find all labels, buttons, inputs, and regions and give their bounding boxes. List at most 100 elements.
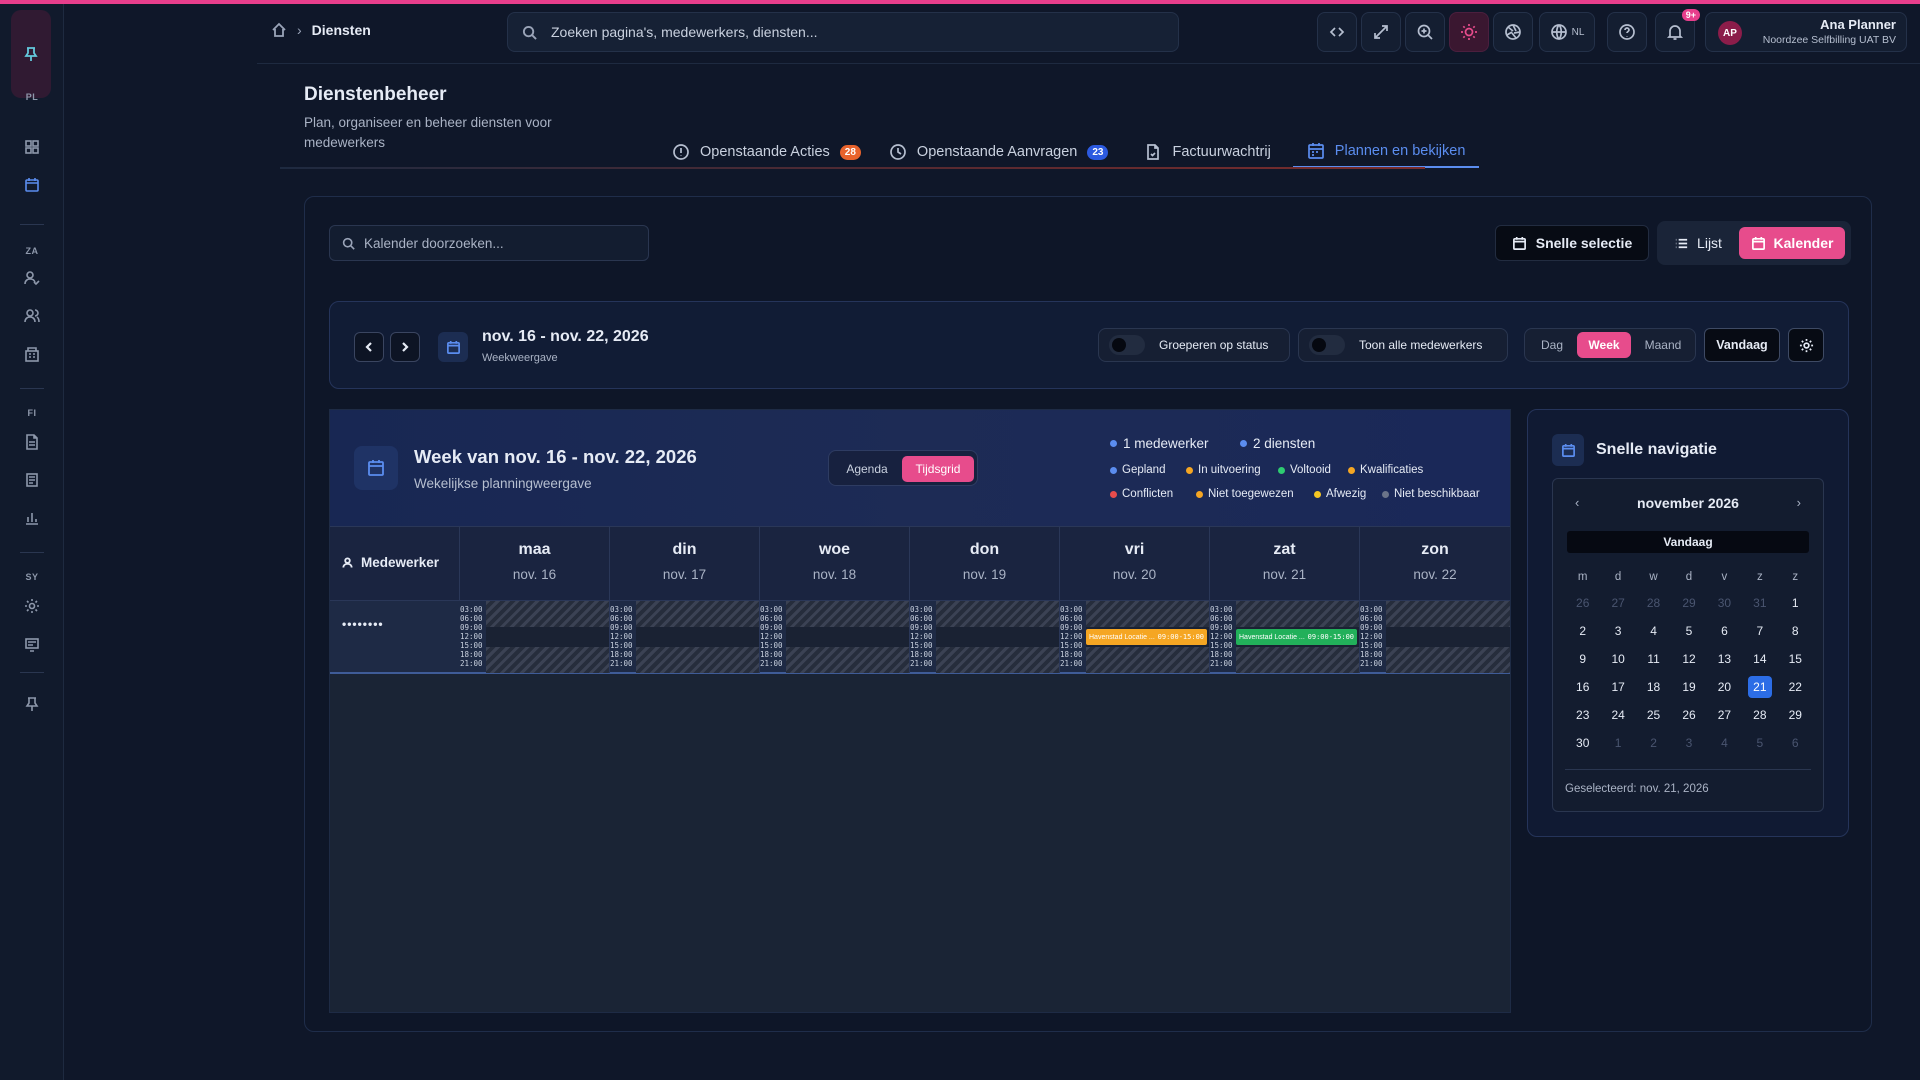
day-cell[interactable]: 03:00 06:00 09:00 12:00 15:00 18:00 21:00 Haven… [1060,601,1210,673]
day-cell[interactable]: 03:00 06:00 09:00 12:00 15:00 18:00 21:00 [910,601,1060,673]
mini-day[interactable]: 15 [1778,645,1813,673]
mini-day[interactable]: 30 [1565,729,1600,757]
agenda-view-button[interactable]: Agenda [834,456,900,482]
mini-day-selected[interactable]: 21 [1742,673,1777,701]
home-icon[interactable] [271,22,287,38]
user-menu[interactable]: AP Ana Planner Noordzee Selfbilling UAT … [1705,12,1907,52]
mini-day[interactable]: 18 [1636,673,1671,701]
mini-day[interactable]: 3 [1671,729,1706,757]
quick-select-button[interactable]: Snelle selectie [1495,225,1649,261]
app-logo[interactable] [11,10,51,98]
mini-day[interactable]: 2 [1565,617,1600,645]
day-cell[interactable]: 03:00 06:00 09:00 12:00 15:00 18:00 21:00 [760,601,910,673]
mini-day[interactable]: 29 [1778,701,1813,729]
mini-day[interactable]: 27 [1600,589,1635,617]
tab-plannen-en-bekijken[interactable]: Plannen en bekijken [1292,136,1480,168]
sidebar-item-dashboard[interactable] [20,135,44,159]
mini-day[interactable]: 4 [1707,729,1742,757]
toggle-switch[interactable] [1109,335,1145,355]
day-column-header[interactable]: zat nov. 21 [1210,527,1360,601]
mini-day[interactable]: 3 [1600,617,1635,645]
view-calendar-button[interactable]: Kalender [1739,227,1845,259]
date-picker-button[interactable] [438,332,468,362]
mini-day[interactable]: 17 [1600,673,1635,701]
tab-factuurwachtrij[interactable]: Factuurwachtrij [1130,136,1284,168]
mini-day[interactable]: 23 [1565,701,1600,729]
day-cell[interactable]: 03:00 06:00 09:00 12:00 15:00 18:00 21:00 Haven… [1210,601,1360,673]
accessibility-button[interactable] [1493,12,1533,52]
mini-day[interactable]: 12 [1671,645,1706,673]
mini-day[interactable]: 6 [1778,729,1813,757]
day-cell[interactable]: 03:00 06:00 09:00 12:00 15:00 18:00 21:00 [1360,601,1510,673]
mini-day[interactable]: 11 [1636,645,1671,673]
calendar-settings-button[interactable] [1788,328,1824,362]
mini-day[interactable]: 24 [1600,701,1635,729]
mini-day[interactable]: 28 [1636,589,1671,617]
mini-day[interactable]: 27 [1707,701,1742,729]
mode-day-button[interactable]: Dag [1529,332,1575,358]
day-cell[interactable]: 03:00 06:00 09:00 12:00 15:00 18:00 21:00 [610,601,760,673]
fullscreen-button[interactable] [1361,12,1401,52]
mini-day[interactable]: 29 [1671,589,1706,617]
day-column-header[interactable]: woe nov. 18 [760,527,910,601]
mini-day[interactable]: 5 [1671,617,1706,645]
mini-day[interactable]: 6 [1707,617,1742,645]
mini-today-button[interactable]: Vandaag [1567,531,1809,553]
timegrid-view-button[interactable]: Tijdsgrid [902,456,974,482]
mini-day[interactable]: 26 [1565,589,1600,617]
day-column-header[interactable]: maa nov. 16 [460,527,610,601]
language-button[interactable]: NL [1539,12,1595,52]
next-month-icon[interactable]: › [1797,495,1801,510]
mini-day[interactable]: 1 [1778,589,1813,617]
mini-day[interactable]: 13 [1707,645,1742,673]
mode-month-button[interactable]: Maand [1633,332,1693,358]
breadcrumb-current[interactable]: Diensten [312,22,371,38]
sidebar-pin-button[interactable] [20,692,44,716]
help-button[interactable] [1607,12,1647,52]
mini-day[interactable]: 5 [1742,729,1777,757]
sidebar-item-locations[interactable] [20,342,44,366]
sidebar-item-users[interactable] [20,304,44,328]
mini-day[interactable]: 16 [1565,673,1600,701]
mini-day[interactable]: 25 [1636,701,1671,729]
sidebar-item-billing[interactable] [20,468,44,492]
mini-day[interactable]: 20 [1707,673,1742,701]
sidebar-item-reports[interactable] [20,506,44,530]
show-all-employees-toggle[interactable]: Toon alle medewerkers [1298,328,1508,362]
mini-day[interactable]: 8 [1778,617,1813,645]
day-column-header[interactable]: vri nov. 20 [1060,527,1210,601]
mini-day[interactable]: 28 [1742,701,1777,729]
mini-day[interactable]: 19 [1671,673,1706,701]
day-column-header[interactable]: don nov. 19 [910,527,1060,601]
mini-day[interactable]: 10 [1600,645,1635,673]
global-search-input[interactable]: Zoeken pagina's, medewerkers, diensten..… [507,12,1179,52]
tab-openstaande-acties[interactable]: Openstaande Acties 28 [658,136,875,168]
shift-block[interactable]: Havenstad Locatie ... 09:00-15:00 [1086,629,1207,645]
mini-day[interactable]: 4 [1636,617,1671,645]
sidebar-item-employee[interactable] [20,266,44,290]
day-cell[interactable]: 03:00 06:00 09:00 12:00 15:00 18:00 21:00 [460,601,610,673]
mini-day[interactable]: 7 [1742,617,1777,645]
shift-block[interactable]: Havenstad Locatie ... 09:00-15:00 [1236,629,1357,645]
theme-toggle-button[interactable] [1449,12,1489,52]
mini-day[interactable]: 1 [1600,729,1635,757]
mini-day[interactable]: 2 [1636,729,1671,757]
day-column-header[interactable]: din nov. 17 [610,527,760,601]
zoom-button[interactable] [1405,12,1445,52]
mini-day[interactable]: 14 [1742,645,1777,673]
toggle-sidebar-button[interactable] [1317,12,1357,52]
mini-day[interactable]: 26 [1671,701,1706,729]
calendar-search-input[interactable]: Kalender doorzoeken... [329,225,649,261]
employee-name[interactable]: •••••••• [342,617,384,631]
mini-day[interactable]: 9 [1565,645,1600,673]
view-list-button[interactable]: Lijst [1665,227,1731,259]
sidebar-item-planning[interactable] [20,173,44,197]
sidebar-item-invoices[interactable] [20,430,44,454]
mode-week-button[interactable]: Week [1577,332,1631,358]
day-column-header[interactable]: zon nov. 22 [1360,527,1510,601]
mini-day[interactable]: 22 [1778,673,1813,701]
mini-day[interactable]: 30 [1707,589,1742,617]
group-by-status-toggle[interactable]: Groeperen op status [1098,328,1290,362]
tab-openstaande-aanvragen[interactable]: Openstaande Aanvragen 23 [875,136,1123,168]
notifications-button[interactable]: 9+ [1655,9,1700,52]
